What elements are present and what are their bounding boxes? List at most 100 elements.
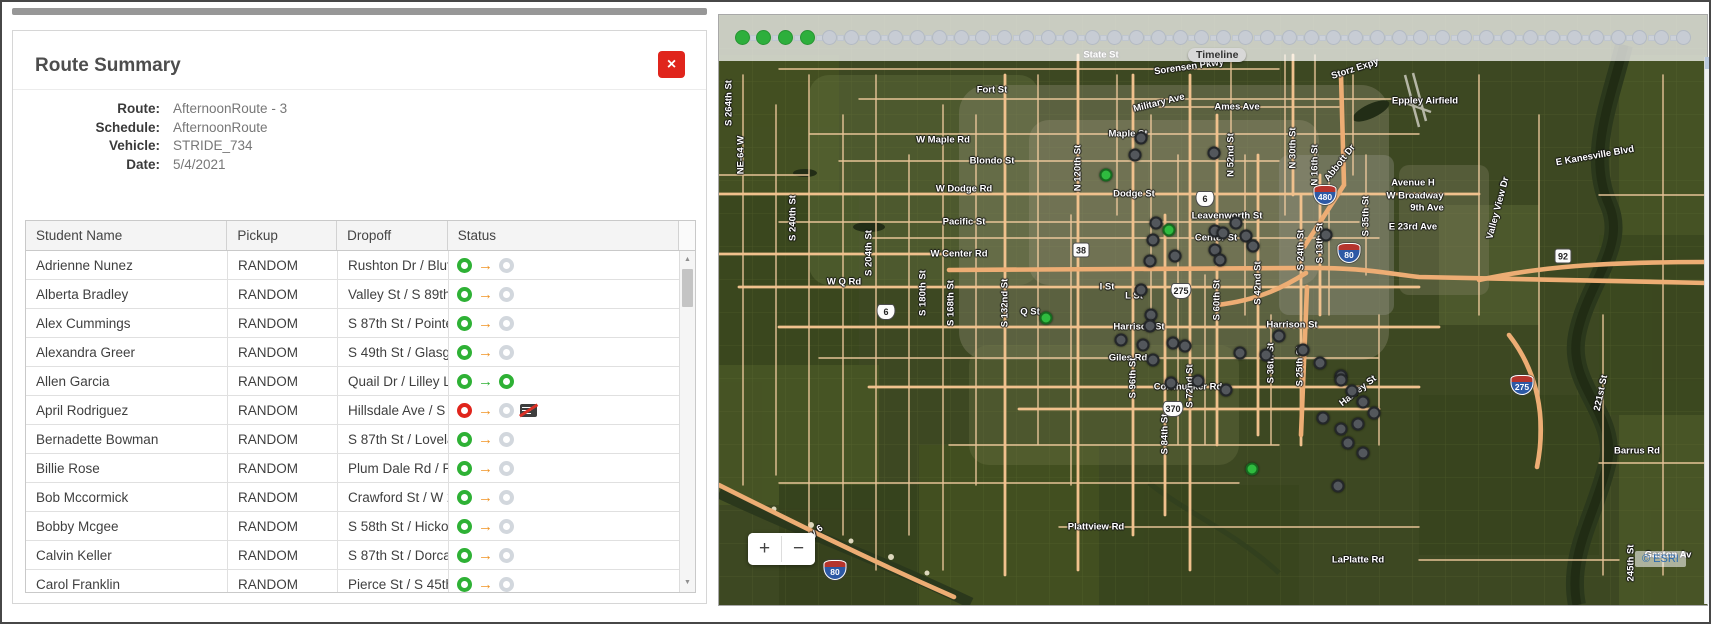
timeline-stop[interactable] (954, 30, 969, 45)
timeline-stop[interactable] (1194, 30, 1209, 45)
map-stop-marker[interactable] (1137, 339, 1150, 352)
map-stop-marker[interactable] (1165, 377, 1178, 390)
timeline-stop[interactable] (1019, 30, 1034, 45)
zoom-out-button[interactable]: − (782, 533, 815, 565)
map-stop-marker[interactable] (1135, 132, 1148, 145)
map-stop-marker[interactable] (1167, 337, 1180, 350)
timeline-stop[interactable] (1457, 30, 1472, 45)
map-stop-marker[interactable] (1163, 224, 1176, 237)
map-stop-marker[interactable] (1335, 374, 1348, 387)
table-row[interactable]: Billie RoseRANDOMPlum Dale Rd / Park...→ (26, 454, 681, 483)
right-scrollbar-thumb[interactable] (1705, 57, 1711, 69)
column-header-pickup[interactable]: Pickup (227, 221, 337, 250)
map-stop-marker[interactable] (1346, 385, 1359, 398)
scroll-down-arrow[interactable]: ▼ (680, 576, 695, 590)
map-stop-marker[interactable] (1273, 330, 1286, 343)
timeline-stop[interactable] (1654, 30, 1669, 45)
timeline-stop[interactable] (1216, 30, 1231, 45)
table-row[interactable]: April RodriguezRANDOMHillsdale Ave / S 4… (26, 396, 681, 425)
map-stop-marker[interactable] (1297, 344, 1310, 357)
right-edge-scrollbar[interactable] (1704, 57, 1711, 604)
scroll-up-arrow[interactable]: ▲ (680, 253, 695, 267)
map-stop-marker[interactable] (1342, 437, 1355, 450)
map-stop-marker[interactable] (1357, 396, 1370, 409)
scrollbar-thumb[interactable] (682, 269, 693, 307)
table-row[interactable]: Bob MccormickRANDOMCrawford St / W 27t..… (26, 483, 681, 512)
map-stop-marker[interactable] (1357, 447, 1370, 460)
map-stop-marker[interactable] (1115, 334, 1128, 347)
timeline-stop[interactable] (1611, 30, 1626, 45)
map-stop-marker[interactable] (1314, 357, 1327, 370)
timeline-stop[interactable] (1435, 30, 1450, 45)
table-row[interactable]: Alexandra GreerRANDOMS 49th St / Glasgow… (26, 338, 681, 367)
timeline-stop[interactable] (778, 30, 793, 45)
map-stop-marker[interactable] (1179, 340, 1192, 353)
timeline-stop[interactable] (910, 30, 925, 45)
timeline-stop[interactable] (1567, 30, 1582, 45)
timeline-stop[interactable] (1413, 30, 1428, 45)
column-header-student-name[interactable]: Student Name (26, 221, 227, 250)
timeline-stop[interactable] (1041, 30, 1056, 45)
map-stop-marker[interactable] (1144, 320, 1157, 333)
timeline-stop[interactable] (888, 30, 903, 45)
timeline-stop[interactable] (756, 30, 771, 45)
map-stop-marker[interactable] (1317, 412, 1330, 425)
map-stop-marker[interactable] (1352, 418, 1365, 431)
timeline-stop[interactable] (1501, 30, 1516, 45)
timeline-stop[interactable] (1107, 30, 1122, 45)
table-row[interactable]: Adrienne NunezRANDOMRushton Dr / Bluff S… (26, 251, 681, 280)
map-stop-marker[interactable] (1040, 312, 1053, 325)
close-button[interactable]: × (658, 51, 685, 78)
map-stop-marker[interactable] (1214, 254, 1227, 267)
timeline-stop[interactable] (1282, 30, 1297, 45)
timeline-stop[interactable] (822, 30, 837, 45)
map-stop-marker[interactable] (1217, 227, 1230, 240)
map-stop-marker[interactable] (1260, 349, 1273, 362)
map-stop-marker[interactable] (1335, 423, 1348, 436)
map-stop-marker[interactable] (1320, 229, 1333, 242)
timeline-stop[interactable] (800, 30, 815, 45)
timeline-stop[interactable] (975, 30, 990, 45)
timeline-stop[interactable] (735, 30, 750, 45)
table-scrollbar[interactable]: ▲ ▼ (679, 251, 695, 592)
timeline-stop[interactable] (1545, 30, 1560, 45)
timeline-stop[interactable] (1676, 30, 1691, 45)
panel-splitter-bar[interactable] (12, 8, 707, 15)
timeline-stop[interactable] (1479, 30, 1494, 45)
column-header-dropoff[interactable]: Dropoff (337, 221, 448, 250)
map-stop-marker[interactable] (1230, 217, 1243, 230)
timeline-stop[interactable] (844, 30, 859, 45)
map-stop-marker[interactable] (1208, 147, 1221, 160)
table-row[interactable]: Calvin KellerRANDOMS 87th St / Dorcas St… (26, 541, 681, 570)
map-stop-marker[interactable] (1332, 480, 1345, 493)
map-stop-marker[interactable] (1246, 463, 1259, 476)
map-stop-marker[interactable] (1247, 240, 1260, 253)
map-stop-marker[interactable] (1150, 217, 1163, 230)
map-stop-marker[interactable] (1129, 149, 1142, 162)
table-row[interactable]: Allen GarciaRANDOMQuail Dr / Lilley Ln→ (26, 367, 681, 396)
table-row[interactable]: Bobby McgeeRANDOMS 58th St / Hickory St→ (26, 512, 681, 541)
timeline-stop[interactable] (1392, 30, 1407, 45)
timeline-stop[interactable] (1304, 30, 1319, 45)
timeline-stop[interactable] (1632, 30, 1647, 45)
timeline-stop[interactable] (997, 30, 1012, 45)
map-stop-marker[interactable] (1234, 347, 1247, 360)
timeline-stop[interactable] (1260, 30, 1275, 45)
timeline-stop[interactable] (1151, 30, 1166, 45)
timeline-stop[interactable] (1238, 30, 1253, 45)
timeline-stop[interactable] (1348, 30, 1363, 45)
map-stop-marker[interactable] (1192, 375, 1205, 388)
map-stop-marker[interactable] (1144, 255, 1157, 268)
map-stop-marker[interactable] (1100, 169, 1113, 182)
map-stop-marker[interactable] (1368, 407, 1381, 420)
table-row[interactable]: Carol FranklinRANDOMPierce St / S 45th S… (26, 570, 681, 592)
timeline-stop[interactable] (1085, 30, 1100, 45)
timeline-stop[interactable] (932, 30, 947, 45)
timeline-stop[interactable] (1063, 30, 1078, 45)
timeline-stop[interactable] (1173, 30, 1188, 45)
timeline-stop[interactable] (1370, 30, 1385, 45)
table-row[interactable]: Alex CummingsRANDOMS 87th St / Pointe Bl… (26, 309, 681, 338)
map-stop-marker[interactable] (1169, 250, 1182, 263)
column-header-status[interactable]: Status (448, 221, 679, 250)
map-stop-marker[interactable] (1147, 234, 1160, 247)
